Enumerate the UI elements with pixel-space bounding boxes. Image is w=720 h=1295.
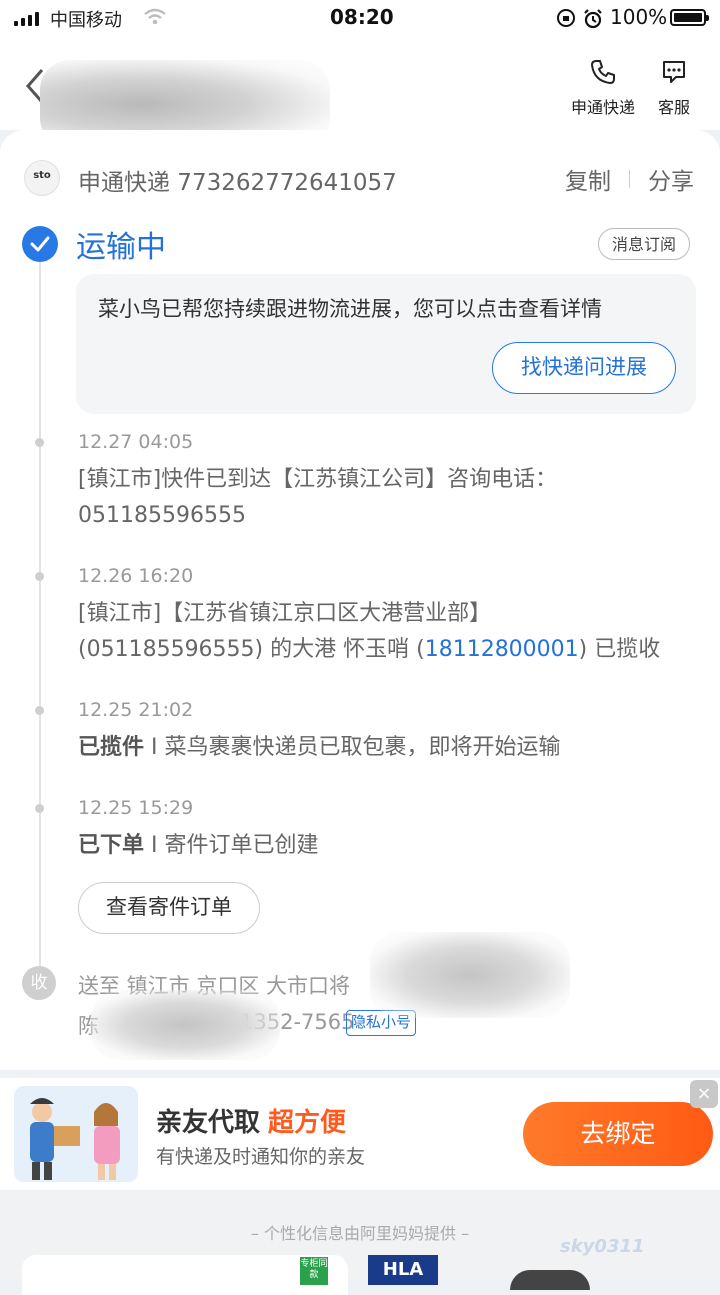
event-line-prefix: (051185596555) 的大港 怀玉哨 ( (78, 637, 425, 662)
chat-icon (663, 61, 685, 83)
notice-text: 菜小鸟已帮您持续跟进物流进展，您可以点击查看详情 (98, 297, 602, 321)
event-detail: I 寄件订单已创建 (144, 833, 319, 858)
event-line: (051185596555) 的大港 怀玉哨 (18112800001) 已揽收 (78, 632, 698, 668)
clock: 08:20 (330, 5, 394, 29)
find-progress-button[interactable]: 找快递问进展 (492, 342, 676, 394)
rotation-lock-icon (557, 9, 575, 27)
carrier-call-label: 申通快递 (570, 98, 635, 117)
battery-icon (670, 9, 709, 26)
event-text: 已下单 I 寄件订单已创建 (78, 828, 698, 864)
banner-title-main: 亲友代取 (156, 1108, 261, 1138)
customer-service-label: 客服 (657, 98, 690, 117)
bind-button[interactable]: 去绑定 (523, 1102, 713, 1166)
battery-percent: 100% (610, 5, 668, 29)
carrier-name: 中国移动 (50, 10, 122, 31)
event-text: 已揽件 I 菜鸟裹裹快递员已取包裹，即将开始运输 (78, 730, 698, 766)
receiver-badge: 收 (22, 966, 56, 1000)
event-detail: I 菜鸟裹裹快递员已取包裹，即将开始运输 (144, 735, 561, 760)
timeline-line (39, 258, 41, 970)
redacted-contact (90, 990, 280, 1060)
divider (629, 170, 630, 188)
ad-brand[interactable]: HLA (368, 1255, 438, 1285)
event-line: [镇江市]快件已到达【江苏镇江公司】咨询电话： (78, 467, 558, 492)
signal-icon (14, 10, 39, 26)
view-order-button[interactable]: 查看寄件订单 (78, 882, 260, 934)
banner-title: 亲友代取 超方便 (156, 1102, 346, 1139)
watermark: sky0311 (560, 1236, 645, 1257)
courier-illustration (14, 1086, 138, 1182)
banner-title-highlight: 超方便 (268, 1108, 347, 1138)
ad-product-image[interactable] (510, 1270, 590, 1290)
event-time: 12.25 21:02 (78, 699, 194, 721)
event-time: 12.26 16:20 (78, 565, 194, 587)
event-status: 已揽件 (78, 735, 145, 760)
carrier-call-button[interactable]: 申通快递 (563, 58, 643, 118)
alarm-icon (584, 9, 602, 29)
nav-bar: 申通快递 客服 (0, 38, 720, 148)
check-icon (22, 226, 58, 262)
tracking-number: 申通快递 773262772641057 (78, 170, 397, 196)
share-button[interactable]: 分享 (648, 162, 694, 196)
shipment-status: 运输中 (76, 230, 166, 265)
event-status: 已下单 (78, 833, 145, 858)
close-icon[interactable]: × (690, 1080, 718, 1108)
event-line-suffix: ) 已揽收 (578, 637, 661, 662)
event-line: 051185596555 (78, 503, 246, 528)
ad-tag: 专柜同款 (300, 1257, 328, 1285)
timeline-dot (35, 438, 44, 447)
courier-phone-link[interactable]: 18112800001 (425, 637, 579, 662)
subscribe-button[interactable]: 消息订阅 (598, 228, 691, 260)
customer-service-button[interactable]: 客服 (634, 58, 714, 118)
timeline-dot (35, 804, 44, 813)
timeline-dot (35, 572, 44, 581)
carrier-logo: sto (24, 160, 60, 196)
event-time: 12.27 04:05 (78, 431, 194, 453)
event-text: [镇江市]【江苏省镇江京口区大港营业部】 (051185596555) 的大港 … (78, 596, 698, 668)
event-line: [镇江市]【江苏省镇江京口区大港营业部】 (78, 601, 492, 626)
timeline-dot (35, 706, 44, 715)
event-text: [镇江市]快件已到达【江苏镇江公司】咨询电话： 051185596555 (78, 462, 698, 534)
banner-subtitle: 有快递及时通知你的亲友 (156, 1146, 366, 1168)
phone-icon (591, 60, 615, 84)
event-time: 12.25 15:29 (78, 797, 194, 819)
wifi-icon (144, 8, 166, 25)
redacted-address (370, 932, 570, 1018)
copy-button[interactable]: 复制 (565, 162, 611, 196)
status-bar: 中国移动 08:20 100% (0, 0, 720, 38)
